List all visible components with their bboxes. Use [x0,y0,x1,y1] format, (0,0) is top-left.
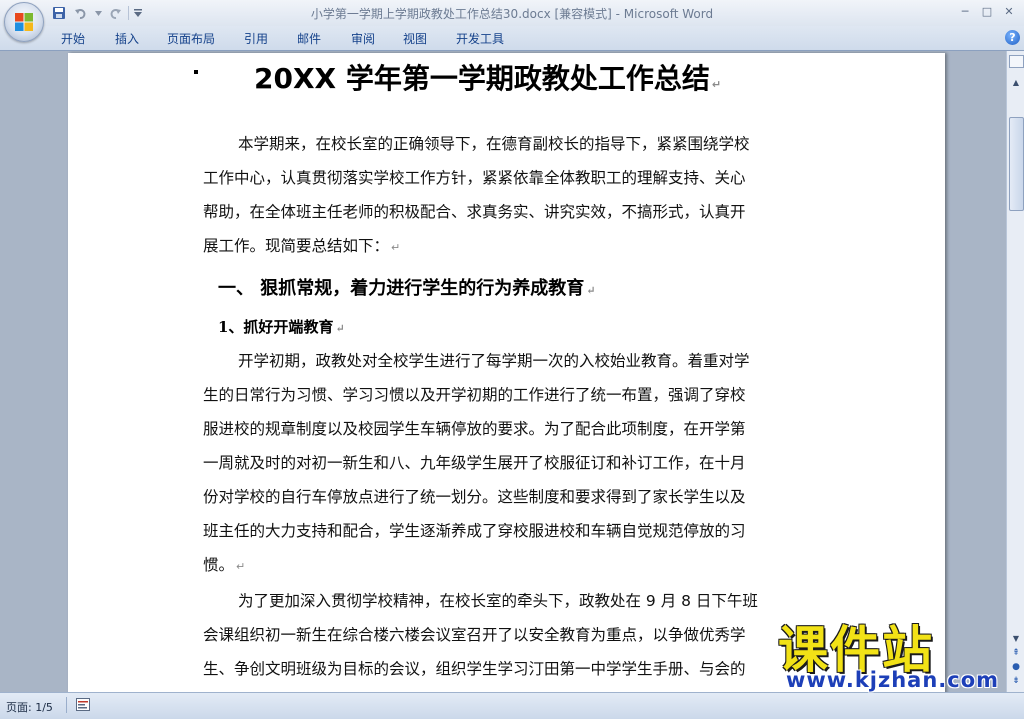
tab-references[interactable]: 引用 [244,30,268,47]
paragraph-mark: ↵ [335,322,345,335]
intro-line-3: 帮助，在全体班主任老师的积极配合、求真务实、讲究实效，不搞形式，认真开 [203,203,746,221]
body2-line-2: 会课组织初一新生在综合楼六楼会议室召开了以安全教育为重点，以争做优秀学 [203,626,746,644]
scroll-up-arrow-icon[interactable]: ▲ [1010,77,1022,89]
paragraph-mark: ↵ [236,560,246,573]
vertical-scrollbar[interactable]: ▲ ▼ ⇞ ● ⇟ [1006,51,1024,692]
status-separator [66,697,67,713]
office-logo-icon [15,13,33,31]
close-button[interactable]: ✕ [998,2,1020,20]
subsection-heading: 1、抓好开端教育 ↵ [218,318,345,336]
help-icon[interactable]: ? [1005,30,1020,45]
office-button[interactable] [4,2,44,42]
view-ruler-icon[interactable] [1009,55,1024,68]
previous-page-icon[interactable]: ⇞ [1010,647,1022,659]
body-line-2: 生的日常行为习惯、学习习惯以及开学初期的工作进行了统一布置，强调了穿校 [203,386,746,404]
tab-insert[interactable]: 插入 [115,30,139,47]
document-area: 20XX 学年第一学期政教处工作总结 ↵ 本学期来，在校长室的正确领导下，在德育副… [0,51,1006,692]
ribbon-tabs: 开始 插入 页面布局 引用 邮件 审阅 视图 开发工具 ? [0,26,1024,51]
body-line-1: 开学初期，政教处对全校学生进行了每学期一次的入校始业教育。着重对学 [238,352,750,370]
maximize-button[interactable]: □ [976,2,998,20]
left-gutter [0,51,68,692]
paragraph-mark: ↵ [711,78,722,91]
body2-line-3: 生、争创文明班级为目标的会议，组织学生学习汀田第一中学学生手册、与会的 [203,660,746,678]
body-line-5: 份对学校的自行车停放点进行了统一划分。这些制度和要求得到了家长学生以及 [203,488,746,506]
intro-line-1: 本学期来，在校长室的正确领导下，在德育副校长的指导下，紧紧围绕学校 [238,135,750,153]
body-line-6: 班主任的大力支持和配合，学生逐渐养成了穿校服进校和车辆自觉规范停放的习 [203,522,746,540]
window-title: 小学第一学期上学期政教处工作总结30.docx [兼容模式] - Microso… [310,7,714,21]
paragraph-mark: ↵ [391,241,401,254]
intro-line-4: 展工作。现简要总结如下： ↵ [203,237,401,255]
tab-home[interactable]: 开始 [61,30,85,47]
page-count[interactable]: 页面: 1/5 [6,699,53,715]
tab-page-layout[interactable]: 页面布局 [167,30,215,47]
body-line-7: 惯。 ↵ [203,556,246,574]
intro-line-2: 工作中心，认真贯彻落实学校工作方针，紧紧依靠全体教职工的理解支持、关心 [203,169,746,187]
watermark-url: www.kjzhan.com [786,668,1000,692]
tab-developer[interactable]: 开发工具 [456,30,504,47]
body-line-3: 服进校的规章制度以及校园学生车辆停放的要求。为了配合此项制度，在开学第 [203,420,746,438]
scroll-thumb[interactable] [1009,117,1024,211]
window-controls: ─ □ ✕ [954,2,1020,20]
bullet-marker [194,70,198,74]
next-page-icon[interactable]: ⇟ [1010,675,1022,687]
tab-mailings[interactable]: 邮件 [297,30,321,47]
paragraph-mark: ↵ [586,284,596,297]
title-bar: 小学第一学期上学期政教处工作总结30.docx [兼容模式] - Microso… [0,0,1024,26]
status-bar: 页面: 1/5 [0,692,1024,719]
body2-line-1: 为了更加深入贯彻学校精神，在校长室的牵头下，政教处在 9 月 8 日下午班 [238,592,758,610]
proofing-status-icon[interactable] [76,698,90,711]
body-line-4: 一周就及时的对初一新生和八、九年级学生展开了校服征订和补订工作，在十月 [203,454,746,472]
scroll-down-arrow-icon[interactable]: ▼ [1010,633,1022,645]
document-title: 20XX 学年第一学期政教处工作总结 ↵ [254,62,722,95]
minimize-button[interactable]: ─ [954,2,976,20]
select-browse-object-icon[interactable]: ● [1010,661,1022,673]
tab-view[interactable]: 视图 [403,30,427,47]
tab-review[interactable]: 审阅 [351,30,375,47]
document-page[interactable]: 20XX 学年第一学期政教处工作总结 ↵ 本学期来，在校长室的正确领导下，在德育副… [68,53,945,692]
section-heading: 一、 狠抓常规，着力进行学生的行为养成教育 ↵ [218,278,596,299]
